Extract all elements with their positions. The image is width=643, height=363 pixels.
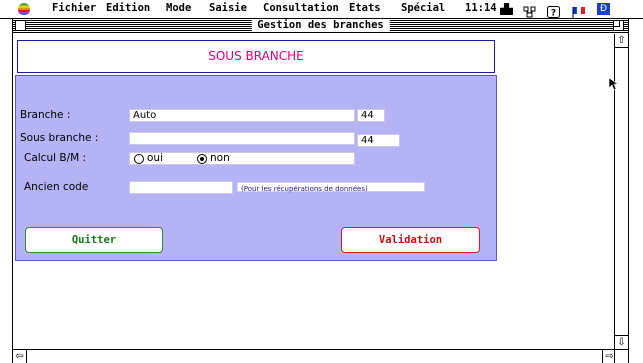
calcul-radio-group: oui non bbox=[129, 152, 355, 165]
close-box[interactable] bbox=[15, 20, 26, 31]
flag-icon[interactable] bbox=[572, 3, 585, 18]
clock: 11:14 bbox=[465, 2, 497, 14]
horizontal-scrollbar[interactable]: ⇦ ⇨ bbox=[13, 349, 616, 363]
menu-special[interactable]: Spécial bbox=[401, 2, 445, 14]
help-icon[interactable]: ? bbox=[547, 3, 560, 19]
sous-branche-code-field[interactable]: 44 bbox=[357, 134, 400, 147]
branche-code-field[interactable]: 44 bbox=[357, 109, 385, 122]
form-panel: Branche : Auto 44 Sous branche : 44 Calc… bbox=[15, 75, 497, 261]
menu-saisie[interactable]: Saisie bbox=[209, 2, 247, 14]
ancien-code-field[interactable] bbox=[129, 181, 233, 194]
svg-text:?: ? bbox=[551, 9, 556, 19]
resize-box[interactable] bbox=[614, 349, 628, 363]
ancien-code-label: Ancien code bbox=[24, 181, 89, 193]
scroll-left-icon[interactable]: ⇦ bbox=[13, 350, 27, 363]
branche-label: Branche : bbox=[20, 109, 71, 121]
title-bar[interactable]: Gestion des branches bbox=[13, 19, 628, 33]
quit-button[interactable]: Quitter bbox=[25, 227, 163, 253]
radio-oui[interactable] bbox=[134, 154, 144, 164]
scroll-up-icon[interactable]: ⇧ bbox=[615, 34, 628, 48]
branche-field[interactable]: Auto bbox=[129, 109, 355, 122]
menu-bar: Fichier Edition Mode Saisie Consultation… bbox=[0, 0, 643, 19]
ancien-code-note: (Pour les récupérations de données) bbox=[241, 185, 368, 193]
cursor-arrow-icon bbox=[608, 77, 618, 91]
main-window: Gestion des branches SOUS BRANCHE Branch… bbox=[12, 19, 629, 363]
window-title: Gestion des branches bbox=[251, 19, 390, 32]
validate-button[interactable]: Validation bbox=[341, 227, 480, 253]
sous-branche-label: Sous branche : bbox=[20, 132, 99, 144]
zoom-box[interactable] bbox=[613, 20, 624, 31]
radio-non-label: non bbox=[210, 152, 230, 164]
menu-fichier[interactable]: Fichier bbox=[52, 2, 96, 14]
radio-non[interactable] bbox=[197, 154, 207, 164]
sous-branche-field[interactable] bbox=[129, 132, 355, 145]
calcul-label: Calcul B/M : bbox=[24, 152, 87, 164]
menu-consultation[interactable]: Consultation bbox=[263, 2, 339, 14]
network-icon[interactable] bbox=[523, 3, 536, 18]
app-icon[interactable]: Ð bbox=[597, 3, 610, 15]
page-title: SOUS BRANCHE bbox=[208, 49, 304, 63]
apple-menu-icon[interactable] bbox=[18, 3, 30, 15]
ancien-code-note-box: (Pour les récupérations de données) bbox=[237, 182, 425, 193]
menu-mode[interactable]: Mode bbox=[166, 2, 191, 14]
menu-etats[interactable]: Etats bbox=[349, 2, 381, 14]
header-box: SOUS BRANCHE bbox=[17, 40, 495, 73]
radio-oui-label: oui bbox=[147, 152, 163, 164]
scroll-down-icon[interactable]: ⇩ bbox=[615, 335, 628, 349]
menu-edition[interactable]: Edition bbox=[106, 2, 150, 14]
suitcase-icon[interactable] bbox=[500, 3, 513, 15]
